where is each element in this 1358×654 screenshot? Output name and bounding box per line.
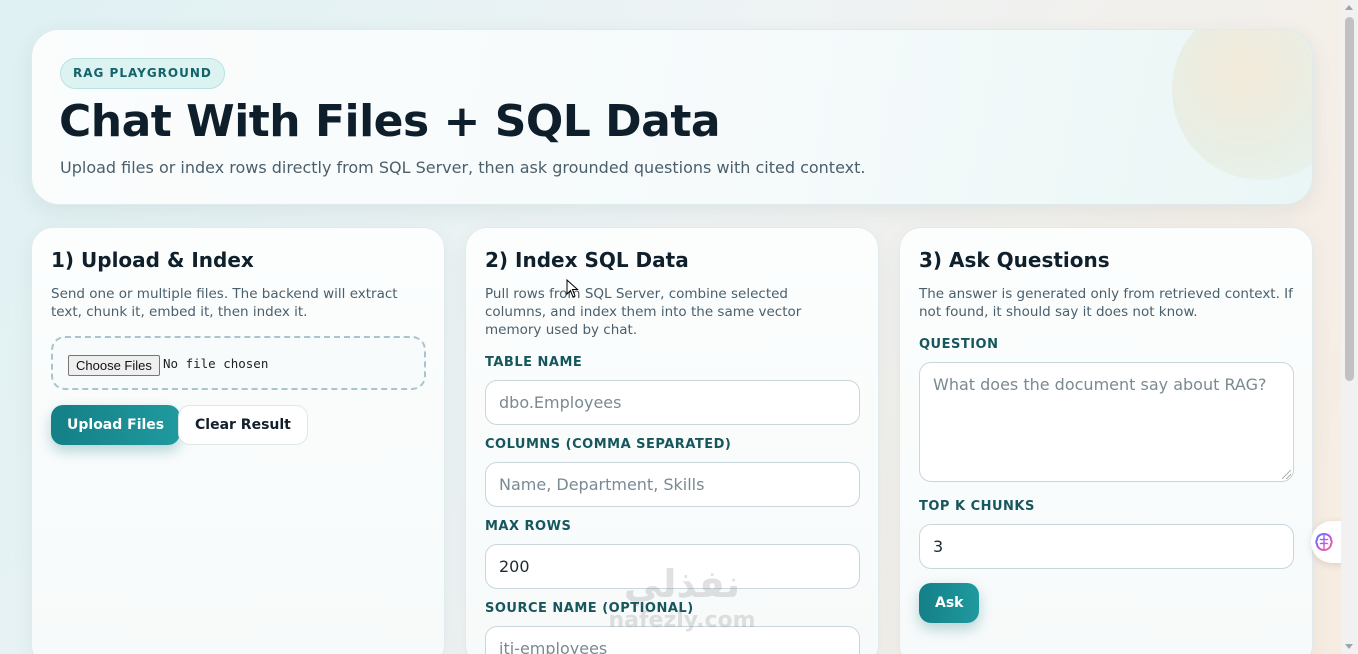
watermark-arabic: نفذلي (623, 562, 741, 606)
sql-card-title: 2) Index SQL Data (485, 248, 689, 272)
ask-card-description: The answer is generated only from retrie… (919, 286, 1293, 320)
scroll-up-arrow-icon[interactable] (1345, 5, 1353, 10)
max-rows-label: MAX ROWS (485, 519, 572, 534)
top-k-label: TOP K CHUNKS (919, 499, 1035, 514)
upload-files-button[interactable]: Upload Files (51, 405, 181, 445)
no-file-chosen-text: No file chosen (163, 356, 269, 371)
page-scrollbar[interactable] (1341, 0, 1358, 654)
ask-card: 3) Ask Questions The answer is generated… (899, 227, 1313, 654)
question-placeholder: What does the document say about RAG? (933, 375, 1267, 394)
sql-card-description: Pull rows from SQL Server, combine selec… (485, 286, 802, 338)
ask-card-title: 3) Ask Questions (919, 248, 1110, 272)
columns-input[interactable]: Name, Department, Skills (485, 462, 860, 507)
resize-handle-icon[interactable] (1282, 470, 1291, 479)
question-label: QUESTION (919, 337, 999, 352)
mouse-cursor-icon (566, 279, 579, 298)
file-dropzone[interactable]: Choose Files No file chosen (51, 336, 426, 390)
table-name-label: TABLE NAME (485, 355, 583, 370)
brain-icon (1315, 532, 1333, 552)
choose-files-button[interactable]: Choose Files (68, 355, 160, 376)
top-k-input[interactable]: 3 (919, 524, 1294, 569)
hero-banner: RAG PLAYGROUND Chat With Files + SQL Dat… (31, 29, 1313, 205)
columns-label: COLUMNS (COMMA SEPARATED) (485, 437, 732, 452)
upload-card-description: Send one or multiple files. The backend … (51, 286, 398, 320)
scrollbar-thumb[interactable] (1345, 17, 1354, 381)
page-title: Chat With Files + SQL Data (59, 96, 721, 147)
decorative-orb (1172, 30, 1312, 180)
ask-button[interactable]: Ask (919, 583, 980, 623)
page-subtitle: Upload files or index rows directly from… (60, 158, 866, 177)
nafezly-watermark: نفذلي nafezly.com (597, 560, 767, 654)
clear-result-button[interactable]: Clear Result (178, 405, 308, 445)
rag-playground-badge: RAG PLAYGROUND (60, 58, 225, 89)
watermark-latin: nafezly.com (608, 608, 756, 633)
upload-card-title: 1) Upload & Index (51, 248, 254, 272)
upload-card: 1) Upload & Index Send one or multiple f… (31, 227, 445, 654)
table-name-input[interactable]: dbo.Employees (485, 380, 860, 425)
question-textarea[interactable]: What does the document say about RAG? (919, 362, 1294, 482)
scroll-down-arrow-icon[interactable] (1345, 644, 1353, 649)
